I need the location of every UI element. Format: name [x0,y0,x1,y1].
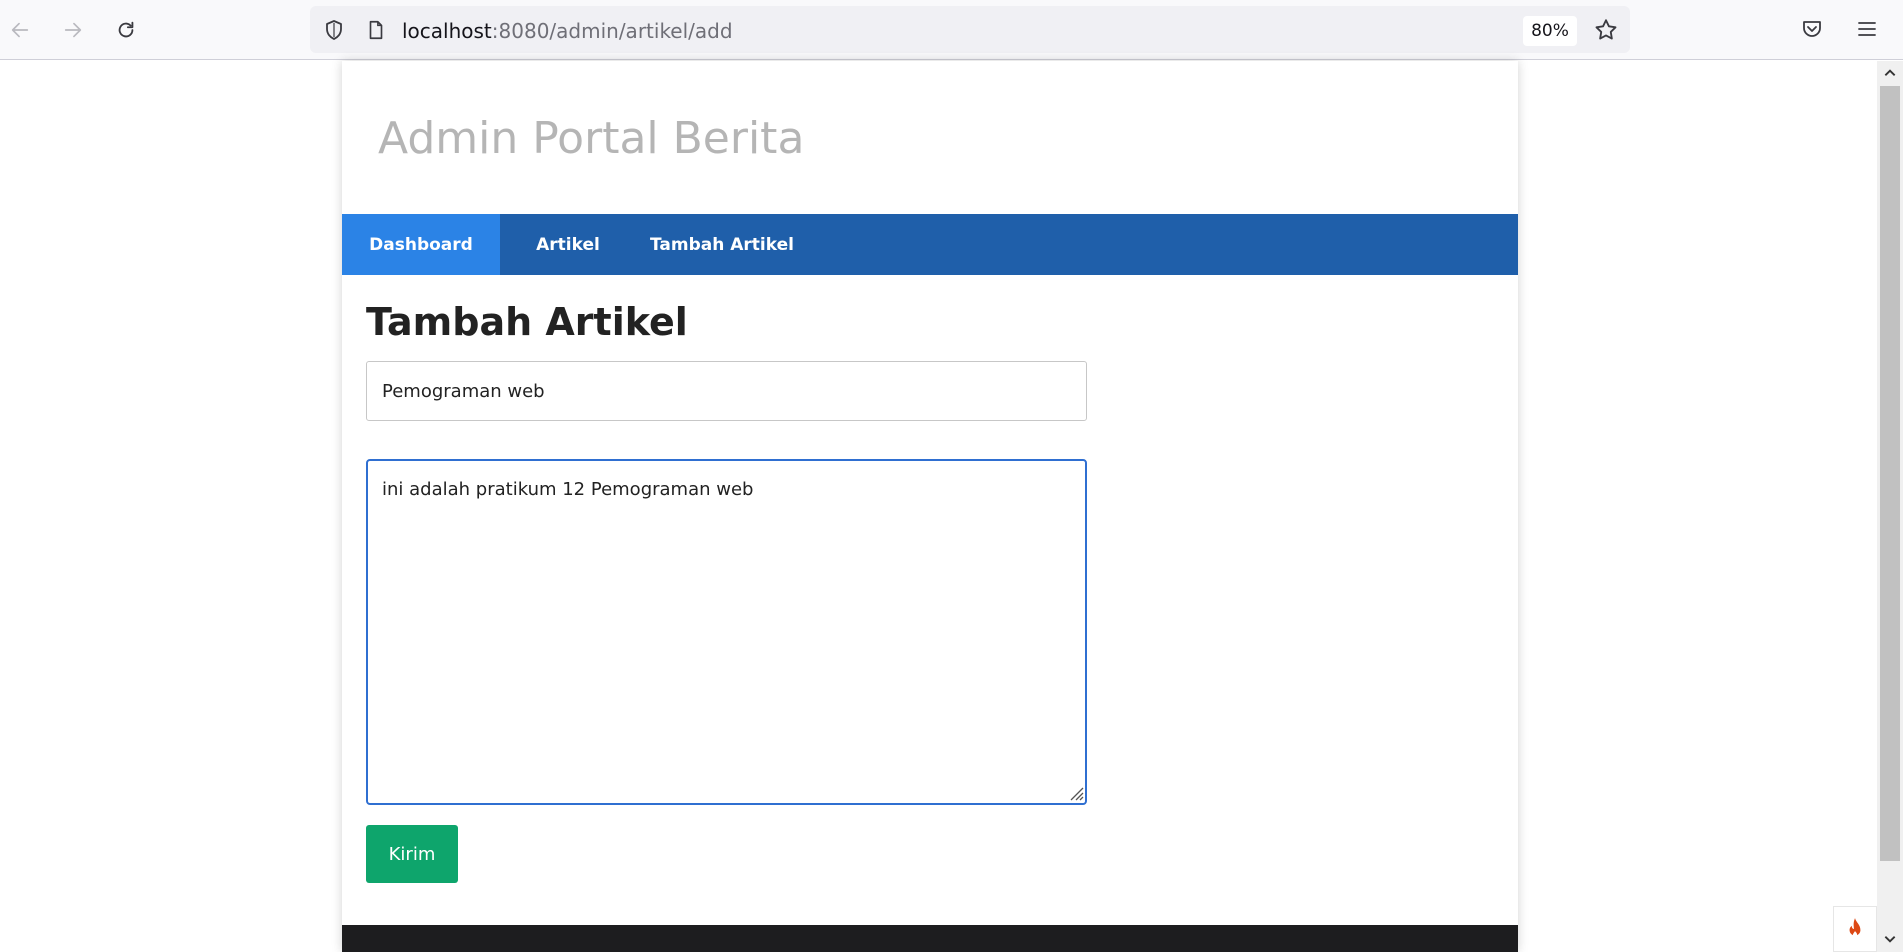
shield-icon[interactable] [320,16,348,44]
page-title: Tambah Artikel [366,300,688,344]
page-footer [342,925,1518,952]
browser-toolbar: localhost:8080/admin/artikel/add 80% [0,0,1903,60]
page-container: Admin Portal Berita Dashboard Artikel Ta… [342,61,1518,952]
back-arrow-icon[interactable] [2,12,38,48]
nav-item-artikel[interactable]: Artikel [500,214,636,275]
site-title: Admin Portal Berita [378,113,805,164]
nav-item-dashboard[interactable]: Dashboard [342,214,500,275]
scrollbar-thumb[interactable] [1880,86,1900,861]
url-text[interactable]: localhost:8080/admin/artikel/add [402,19,733,43]
page-icon [362,16,390,44]
pocket-icon[interactable] [1795,12,1829,46]
star-icon[interactable] [1590,14,1622,46]
reload-icon[interactable] [108,12,144,48]
zoom-level-badge[interactable]: 80% [1523,16,1577,46]
url-host: localhost [402,19,492,43]
nav-item-tambah-artikel[interactable]: Tambah Artikel [636,214,808,275]
scroll-up-arrow-icon[interactable] [1880,62,1900,84]
resize-handle-icon[interactable] [1064,781,1084,801]
flame-icon[interactable] [1833,906,1877,952]
forward-arrow-icon[interactable] [55,12,91,48]
article-body-textarea[interactable]: ini adalah pratikum 12 Pemograman web [366,459,1087,805]
article-title-input[interactable] [366,361,1087,421]
submit-button[interactable]: Kirim [366,825,458,883]
main-navbar: Dashboard Artikel Tambah Artikel [342,214,1518,275]
address-bar[interactable]: localhost:8080/admin/artikel/add 80% [310,6,1630,53]
url-path: :8080/admin/artikel/add [491,19,733,43]
scroll-down-arrow-icon[interactable] [1880,928,1900,950]
hamburger-menu-icon[interactable] [1850,12,1884,46]
